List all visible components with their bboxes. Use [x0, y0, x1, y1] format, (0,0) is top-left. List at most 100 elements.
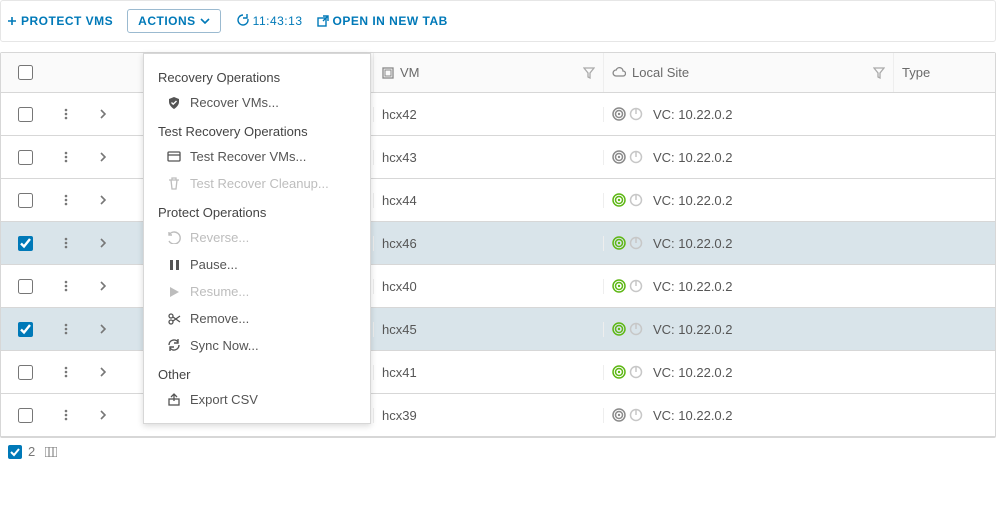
power-icon: [629, 107, 643, 121]
filter-vm-button[interactable]: [583, 67, 595, 79]
power-icon: [629, 365, 643, 379]
undo-icon: [166, 231, 182, 244]
site-label: VC: 10.22.0.2: [653, 279, 733, 294]
vm-icon: [382, 67, 394, 79]
dd-header-test: Test Recovery Operations: [144, 116, 370, 143]
card-icon: [166, 150, 182, 163]
row-expand-button[interactable]: [83, 367, 123, 377]
columns-icon: [45, 447, 57, 457]
site-label: VC: 10.22.0.2: [653, 322, 733, 337]
table-footer: 2: [0, 438, 996, 465]
pause-icon: [166, 259, 182, 271]
row-actions-button[interactable]: [49, 151, 83, 163]
row-checkbox[interactable]: [18, 279, 33, 294]
dd-export[interactable]: Export CSV: [144, 386, 370, 413]
popout-icon: [317, 15, 329, 27]
actions-label: ACTIONS: [138, 14, 196, 28]
kebab-icon: [64, 108, 68, 120]
dd-resume: Resume...: [144, 278, 370, 305]
dd-test-recover[interactable]: Test Recover VMs...: [144, 143, 370, 170]
row-expand-button[interactable]: [83, 195, 123, 205]
refresh-button[interactable]: 11:43:13: [235, 14, 303, 28]
actions-dropdown-button[interactable]: ACTIONS: [127, 9, 221, 33]
dd-header-recovery: Recovery Operations: [144, 62, 370, 89]
dd-pause[interactable]: Pause...: [144, 251, 370, 278]
row-actions-button[interactable]: [49, 366, 83, 378]
row-actions-button[interactable]: [49, 237, 83, 249]
vm-name: hcx40: [382, 279, 417, 294]
status-icon: [612, 150, 626, 164]
vm-name: hcx43: [382, 150, 417, 165]
chevron-right-icon: [100, 152, 106, 162]
chevron-right-icon: [100, 324, 106, 334]
power-icon: [629, 408, 643, 422]
chevron-down-icon: [200, 18, 210, 24]
dd-recover-vms[interactable]: Recover VMs...: [144, 89, 370, 116]
row-actions-button[interactable]: [49, 194, 83, 206]
trash-icon: [166, 177, 182, 190]
power-icon: [629, 322, 643, 336]
sync-icon: [166, 339, 182, 352]
chevron-right-icon: [100, 367, 106, 377]
power-icon: [629, 279, 643, 293]
row-expand-button[interactable]: [83, 109, 123, 119]
row-checkbox[interactable]: [18, 107, 33, 122]
row-expand-button[interactable]: [83, 152, 123, 162]
row-checkbox[interactable]: [18, 365, 33, 380]
shield-icon: [166, 96, 182, 110]
kebab-icon: [64, 194, 68, 206]
row-checkbox[interactable]: [18, 408, 33, 423]
row-expand-button[interactable]: [83, 238, 123, 248]
column-picker-button[interactable]: [45, 447, 57, 457]
row-expand-button[interactable]: [83, 281, 123, 291]
site-label: VC: 10.22.0.2: [653, 150, 733, 165]
row-checkbox[interactable]: [18, 150, 33, 165]
dd-remove[interactable]: Remove...: [144, 305, 370, 332]
chevron-right-icon: [100, 195, 106, 205]
selected-count: 2: [28, 444, 35, 459]
dd-sync[interactable]: Sync Now...: [144, 332, 370, 359]
row-actions-button[interactable]: [49, 108, 83, 120]
power-icon: [629, 236, 643, 250]
kebab-icon: [64, 151, 68, 163]
filter-icon: [583, 67, 595, 79]
plus-icon: [7, 16, 17, 26]
status-icon: [612, 193, 626, 207]
row-checkbox[interactable]: [18, 236, 33, 251]
vm-table: VM Local Site Type hcx42VC: 10.22.0.2hcx…: [0, 52, 996, 438]
open-new-tab-label: OPEN IN NEW TAB: [333, 14, 448, 28]
row-actions-button[interactable]: [49, 409, 83, 421]
row-checkbox[interactable]: [18, 193, 33, 208]
row-actions-button[interactable]: [49, 280, 83, 292]
vm-name: hcx45: [382, 322, 417, 337]
site-label: VC: 10.22.0.2: [653, 408, 733, 423]
dd-header-other: Other: [144, 359, 370, 386]
toolbar: PROTECT VMS ACTIONS 11:43:13 OPEN IN NEW…: [0, 0, 996, 42]
site-label: VC: 10.22.0.2: [653, 365, 733, 380]
refresh-time: 11:43:13: [253, 14, 303, 28]
open-new-tab-button[interactable]: OPEN IN NEW TAB: [317, 14, 448, 28]
site-label: VC: 10.22.0.2: [653, 236, 733, 251]
cloud-icon: [612, 67, 626, 78]
row-expand-button[interactable]: [83, 410, 123, 420]
filter-site-button[interactable]: [873, 67, 885, 79]
filter-icon: [873, 67, 885, 79]
kebab-icon: [64, 409, 68, 421]
status-icon: [612, 322, 626, 336]
col-local-site: Local Site: [632, 65, 689, 80]
export-icon: [166, 393, 182, 406]
row-expand-button[interactable]: [83, 324, 123, 334]
protect-vms-button[interactable]: PROTECT VMS: [7, 14, 113, 28]
vm-name: hcx44: [382, 193, 417, 208]
select-all-checkbox[interactable]: [18, 65, 33, 80]
play-icon: [166, 286, 182, 298]
power-icon: [629, 150, 643, 164]
refresh-icon: [235, 14, 249, 28]
row-checkbox[interactable]: [18, 322, 33, 337]
status-icon: [612, 279, 626, 293]
chevron-right-icon: [100, 410, 106, 420]
row-actions-button[interactable]: [49, 323, 83, 335]
dd-test-cleanup: Test Recover Cleanup...: [144, 170, 370, 197]
site-label: VC: 10.22.0.2: [653, 193, 733, 208]
status-icon: [612, 365, 626, 379]
